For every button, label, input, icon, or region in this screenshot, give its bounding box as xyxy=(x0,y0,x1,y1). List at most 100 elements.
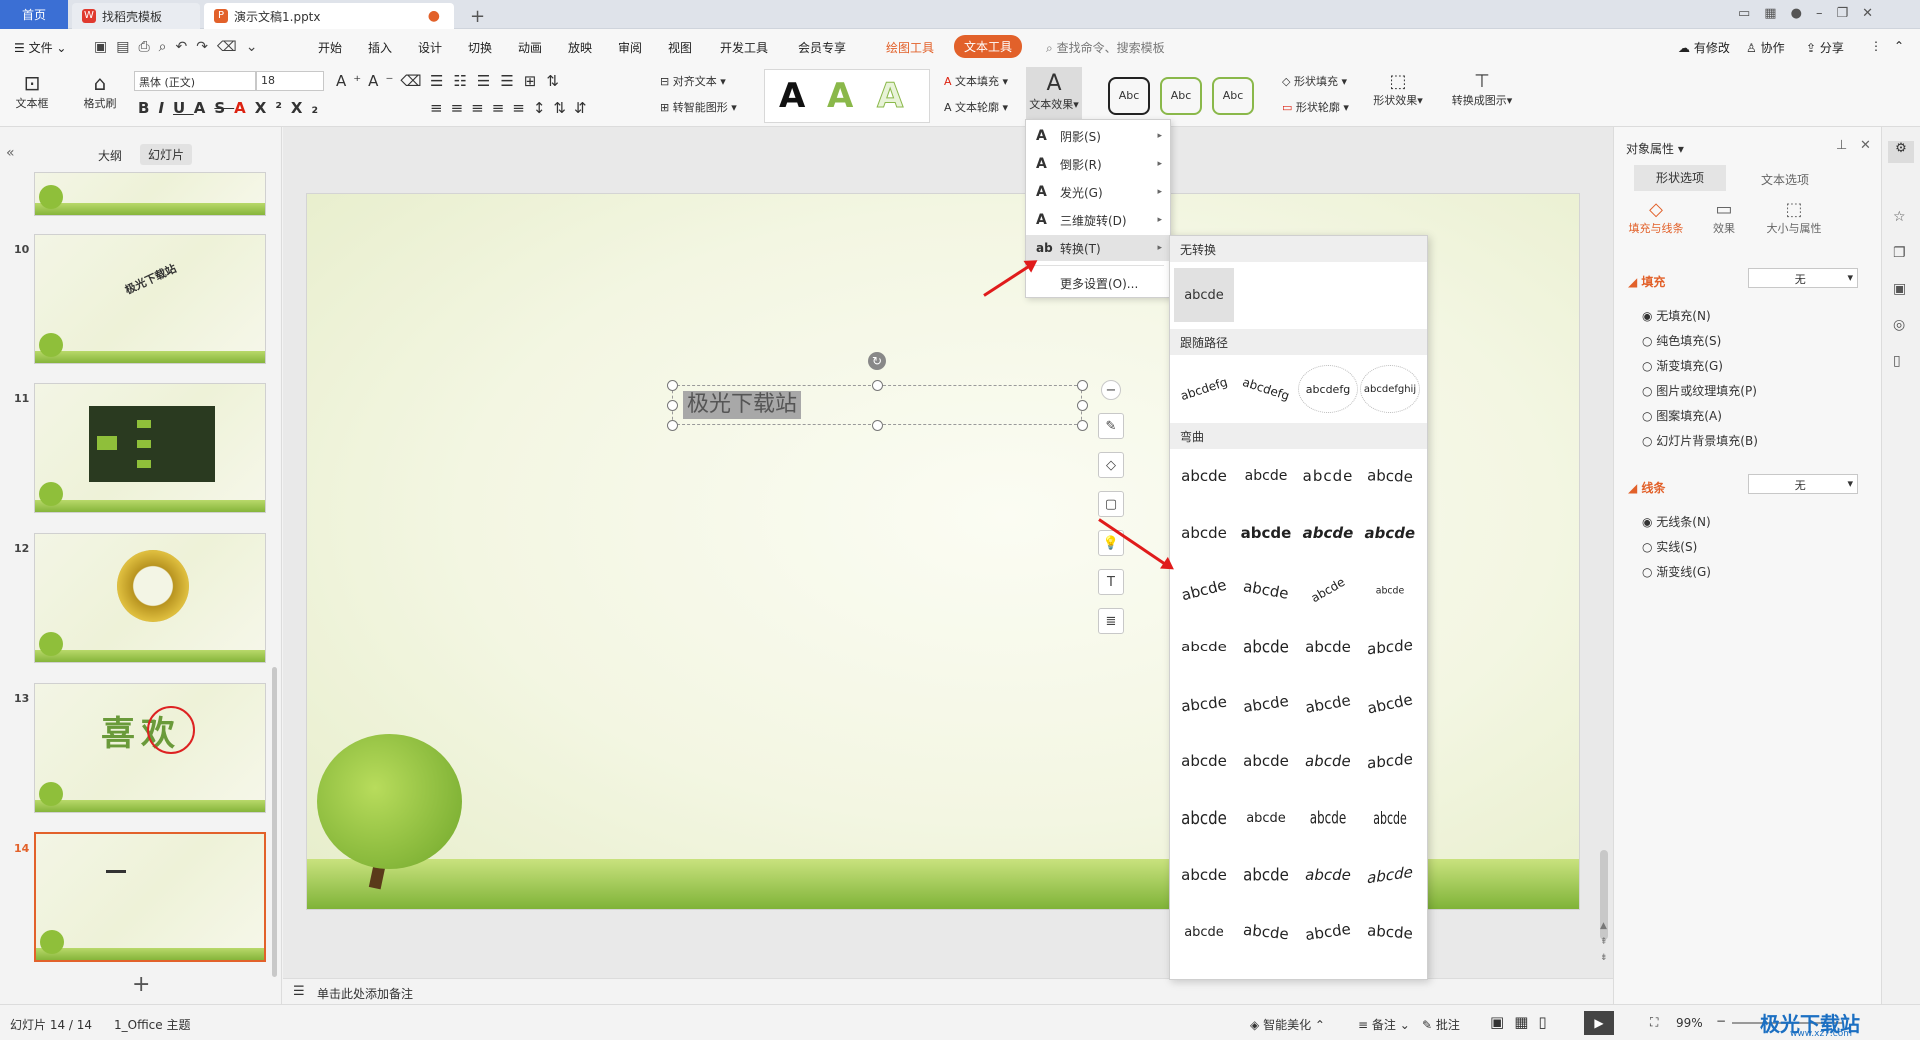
sorter-view-icon[interactable]: ▦ xyxy=(1514,1013,1538,1031)
text-effect-button[interactable]: A 文本效果▾ xyxy=(1026,67,1082,123)
bold-icon[interactable]: B xyxy=(138,99,158,117)
warp-option[interactable]: abcde xyxy=(1360,620,1420,674)
shape-style-1[interactable]: Abc xyxy=(1108,77,1150,115)
more-icon[interactable]: ⌄ xyxy=(246,39,267,55)
warp-option[interactable]: abcde xyxy=(1174,737,1234,785)
fill-option[interactable]: ○ 图片或纹理填充(P) xyxy=(1642,379,1758,404)
warp-option[interactable]: abcde xyxy=(1358,906,1421,958)
fill-option[interactable]: ○ 渐变填充(G) xyxy=(1642,354,1758,379)
location-icon[interactable]: ◎ xyxy=(1893,307,1906,343)
picture-icon[interactable]: ▣ xyxy=(1893,271,1906,307)
search-box[interactable]: ⌕ 查找命令、搜索模板 xyxy=(1046,39,1165,56)
text-style-black[interactable]: A xyxy=(779,76,805,116)
align-text-button[interactable]: ⊟ 对齐文本 ▾ xyxy=(660,73,726,89)
path-option-arch-down[interactable]: abcdefg xyxy=(1230,357,1302,421)
menu-item-more-settings[interactable]: 更多设置(O)... xyxy=(1026,270,1170,296)
tab-templates[interactable]: W 找稻壳模板 xyxy=(72,3,200,29)
resize-handle[interactable] xyxy=(667,400,678,411)
warp-option[interactable]: abcde xyxy=(1298,851,1358,899)
warp-option[interactable]: abcde xyxy=(1174,452,1234,500)
menu-drawing-tools[interactable]: 绘图工具 xyxy=(886,39,934,56)
reading-view-icon[interactable]: ▯ xyxy=(1538,1013,1556,1031)
subtab-size[interactable]: ⬚ 大小与属性 xyxy=(1754,199,1834,236)
resize-handle[interactable] xyxy=(1077,420,1088,431)
warp-option[interactable]: abcde xyxy=(1298,784,1358,851)
font-style-icons[interactable]: BIUASAX²X₂ xyxy=(138,99,327,117)
redo-icon[interactable]: ↷ xyxy=(196,39,217,55)
line-option[interactable]: ○ 渐变线(G) xyxy=(1642,560,1711,585)
menu-start[interactable]: 开始 xyxy=(318,39,342,56)
page-nav-icons[interactable]: ▲ ⇞ ⇟ xyxy=(1600,918,1608,966)
fill-option[interactable]: ◉ 无填充(N) xyxy=(1642,304,1758,329)
minimize-icon[interactable]: – xyxy=(1816,6,1837,21)
superscript-icon[interactable]: X² xyxy=(255,99,291,117)
warp-option[interactable]: abcde xyxy=(1298,509,1358,557)
slide-thumb-11[interactable] xyxy=(34,383,266,513)
zoom-value[interactable]: 99% xyxy=(1676,1016,1703,1030)
menu-item-reflection[interactable]: A 倒影(R) ▸ xyxy=(1026,151,1170,177)
smart-beautify-button[interactable]: ◈ 智能美化 ⌃ xyxy=(1250,1016,1325,1033)
menu-item-shadow[interactable]: A 阴影(S) ▸ xyxy=(1026,123,1170,149)
outline-icon[interactable]: ▢ xyxy=(1098,491,1124,517)
line-select[interactable]: 无 ▾ xyxy=(1748,474,1858,494)
warp-option[interactable]: abcde xyxy=(1174,628,1234,666)
pin-icon[interactable]: ⊥ xyxy=(1836,138,1847,153)
warp-option[interactable]: abcde xyxy=(1294,675,1361,733)
list-icons[interactable]: ☰☷☰☰⊞⇅ xyxy=(430,72,569,90)
shape-outline-button[interactable]: ▭ 形状轮廓 ▾ xyxy=(1282,99,1349,115)
print-icon[interactable]: ⎙ xyxy=(138,39,158,55)
path-option-circle[interactable]: abcdefg xyxy=(1298,365,1358,413)
smart-graphic-button[interactable]: ⊞ 转智能图形 ▾ xyxy=(660,99,737,115)
underline-icon[interactable]: U xyxy=(173,99,194,117)
fill-option[interactable]: ○ 幻灯片背景填充(B) xyxy=(1642,429,1758,454)
text-convert-icon[interactable]: T xyxy=(1098,569,1124,595)
text-layout-icon[interactable]: ≣ xyxy=(1098,608,1124,634)
resize-handle[interactable] xyxy=(1077,380,1088,391)
font-color-icon[interactable]: A xyxy=(234,99,255,117)
tab-outline[interactable]: 大纲 xyxy=(98,147,122,164)
menu-item-3d-rotation[interactable]: A 三维旋转(D) ▸ xyxy=(1026,207,1170,233)
share-button[interactable]: ⇪ 分享 xyxy=(1806,39,1844,56)
collapse-ribbon-icon[interactable]: ⌃ xyxy=(1894,39,1904,53)
font-select[interactable]: 黑体 (正文) xyxy=(134,71,256,91)
fill-option[interactable]: ○ 图案填充(A) xyxy=(1642,404,1758,429)
resize-handle[interactable] xyxy=(1077,400,1088,411)
tab-slides[interactable]: 幻灯片 xyxy=(140,144,193,165)
resize-handle[interactable] xyxy=(872,420,883,431)
menu-slideshow[interactable]: 放映 xyxy=(568,39,592,56)
shape-style-2[interactable]: Abc xyxy=(1160,77,1202,115)
warp-option[interactable]: abcde xyxy=(1360,782,1420,854)
menu-item-glow[interactable]: A 发光(G) ▸ xyxy=(1026,179,1170,205)
warp-option[interactable]: abcde xyxy=(1174,509,1234,557)
subtab-fill-line[interactable]: ◇ 填充与线条 xyxy=(1626,199,1686,236)
warp-option[interactable]: abcde xyxy=(1236,794,1296,842)
warp-option[interactable]: abcde xyxy=(1172,677,1237,731)
subscript-icon[interactable]: X₂ xyxy=(291,99,327,117)
warp-option[interactable]: abcde xyxy=(1360,734,1420,788)
collab-button[interactable]: ♙ 协作 xyxy=(1746,39,1785,56)
notes-toggle-button[interactable]: ≡ 备注 ⌄ xyxy=(1358,1016,1410,1033)
copy-icon[interactable]: ❐ xyxy=(1893,235,1906,271)
font-grow-shrink-icons[interactable]: A⁺A⁻⌫ xyxy=(336,72,429,90)
selected-textbox[interactable]: 极光下载站 ↻ xyxy=(667,352,1088,431)
apps-grid-icon[interactable]: ▦ xyxy=(1764,6,1790,21)
menu-item-transform[interactable]: ab 转换(T) ▸ xyxy=(1026,235,1170,261)
warp-option[interactable]: abcde xyxy=(1234,905,1299,959)
properties-icon[interactable]: ⚙ xyxy=(1888,141,1914,163)
close-icon[interactable]: ✕ xyxy=(1862,6,1887,21)
menu-design[interactable]: 设计 xyxy=(418,39,442,56)
warp-option[interactable]: abcde xyxy=(1298,452,1358,500)
menu-developer[interactable]: 开发工具 xyxy=(720,39,768,56)
path-option-arch-up[interactable]: abcdefg xyxy=(1168,357,1240,421)
convert-graphic-button[interactable]: ⊤ 转换成图示▾ xyxy=(1446,71,1518,108)
warp-option[interactable]: abcde xyxy=(1236,621,1296,674)
warp-option[interactable]: abcde xyxy=(1236,509,1296,557)
text-outline-button[interactable]: A 文本轮廓 ▾ xyxy=(944,99,1008,115)
collapse-toolbar-icon[interactable]: − xyxy=(1101,380,1121,400)
shadow-text-icon[interactable]: A xyxy=(194,99,215,117)
line-section-label[interactable]: ◢ 线条 xyxy=(1628,479,1665,496)
italic-icon[interactable]: I xyxy=(158,99,173,117)
fill-option[interactable]: ○ 纯色填充(S) xyxy=(1642,329,1758,354)
book-icon[interactable]: ▯ xyxy=(1893,343,1906,379)
warp-option[interactable]: abcde xyxy=(1295,737,1362,785)
